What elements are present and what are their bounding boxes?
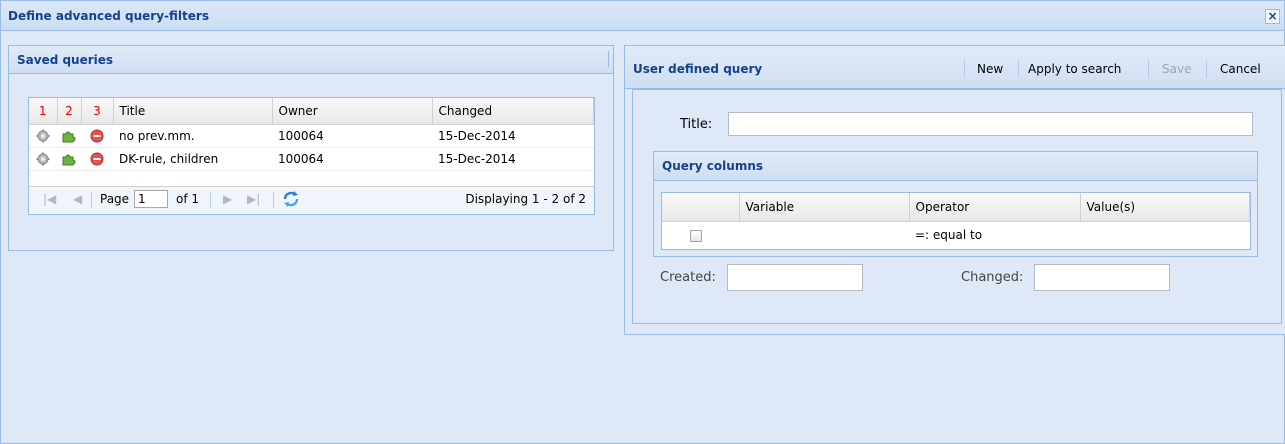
- toolbar-separator: [964, 60, 965, 78]
- toolbar-separator: [1148, 60, 1149, 78]
- last-page-icon[interactable]: ▶|: [247, 192, 260, 206]
- delete-icon[interactable]: [90, 152, 104, 166]
- created-input[interactable]: [727, 264, 863, 291]
- pager-separator: [273, 192, 274, 208]
- row-operator[interactable]: =: equal to: [909, 222, 1080, 249]
- row-changed: 15-Dec-2014: [432, 124, 594, 148]
- query-filter-window: Define advanced query-filters × Saved qu…: [0, 0, 1285, 444]
- grid-header-row: 1 2 3 Title Owner Changed: [29, 98, 594, 125]
- column-header-owner[interactable]: Owner: [272, 98, 433, 125]
- query-columns-grid: Variable Operator Value(s) =: equal to: [661, 192, 1251, 250]
- query-form: Title: Query columns Variable Operator V…: [632, 89, 1282, 324]
- user-defined-query-panel: User defined query New Apply to search S…: [624, 45, 1285, 335]
- puzzle-icon-cell[interactable]: [57, 124, 81, 148]
- table-row[interactable]: =: equal to: [662, 222, 1250, 249]
- row-owner: 100064: [272, 147, 432, 171]
- delete-icon-cell[interactable]: [81, 147, 113, 171]
- puzzle-icon[interactable]: [62, 152, 76, 166]
- saved-queries-grid: 1 2 3 Title Owner Changed no prev.mm. 10…: [28, 97, 595, 215]
- gear-icon-cell[interactable]: [29, 124, 57, 148]
- gear-icon[interactable]: [36, 129, 50, 143]
- header-separator: [608, 51, 609, 67]
- query-columns-title: Query columns: [662, 159, 764, 173]
- changed-input[interactable]: [1034, 264, 1170, 291]
- column-header-check[interactable]: [662, 193, 740, 222]
- user-query-header: User defined query New Apply to search S…: [625, 46, 1285, 89]
- saved-queries-panel: Saved queries 1 2 3 Title Owner Changed: [8, 45, 614, 251]
- column-header-1[interactable]: 1: [29, 98, 58, 125]
- title-input[interactable]: [728, 112, 1253, 136]
- column-header-operator[interactable]: Operator: [909, 193, 1081, 222]
- row-checkbox[interactable]: [690, 229, 702, 242]
- prev-page-icon[interactable]: ◀: [73, 192, 82, 206]
- paging-summary: Displaying 1 - 2 of 2: [465, 192, 586, 206]
- next-page-icon[interactable]: ▶: [223, 192, 232, 206]
- cancel-button[interactable]: Cancel: [1220, 62, 1261, 76]
- changed-label: Changed:: [961, 270, 1024, 285]
- pager: |◀ ◀ Page of 1 ▶ ▶| Displaying 1 - 2 of …: [29, 186, 594, 214]
- apply-to-search-button[interactable]: Apply to search: [1028, 62, 1121, 76]
- column-header-changed[interactable]: Changed: [432, 98, 594, 125]
- row-values[interactable]: [1080, 222, 1250, 249]
- title-label: Title:: [680, 117, 713, 132]
- toolbar-separator: [1018, 60, 1019, 78]
- row-title: DK-rule, children: [113, 147, 272, 171]
- row-owner: 100064: [272, 124, 432, 148]
- close-icon[interactable]: ×: [1265, 9, 1280, 24]
- row-variable[interactable]: [739, 222, 909, 249]
- gear-icon-cell[interactable]: [29, 147, 57, 171]
- puzzle-icon[interactable]: [62, 129, 76, 143]
- new-button[interactable]: New: [977, 62, 1003, 76]
- delete-icon[interactable]: [90, 129, 104, 143]
- pager-separator: [91, 192, 92, 208]
- save-button[interactable]: Save: [1162, 62, 1191, 76]
- table-row[interactable]: DK-rule, children 100064 15-Dec-2014: [29, 147, 594, 171]
- puzzle-icon-cell[interactable]: [57, 147, 81, 171]
- window-header: Define advanced query-filters ×: [1, 1, 1284, 31]
- grid-header-row: Variable Operator Value(s): [662, 193, 1250, 222]
- pager-separator: [210, 192, 211, 208]
- delete-icon-cell[interactable]: [81, 124, 113, 148]
- page-count: of 1: [176, 192, 200, 206]
- window-title: Define advanced query-filters: [8, 9, 209, 23]
- page-number-input[interactable]: [134, 190, 168, 208]
- user-query-title: User defined query: [633, 62, 763, 76]
- page-label: Page: [100, 192, 130, 206]
- gear-icon[interactable]: [36, 152, 50, 166]
- column-header-values[interactable]: Value(s): [1080, 193, 1250, 222]
- row-title: no prev.mm.: [113, 124, 272, 148]
- saved-queries-header: Saved queries: [9, 46, 613, 74]
- created-label: Created:: [660, 270, 716, 285]
- toolbar-separator: [1206, 60, 1207, 78]
- table-row[interactable]: no prev.mm. 100064 15-Dec-2014: [29, 124, 594, 148]
- refresh-icon[interactable]: [282, 190, 300, 211]
- first-page-icon[interactable]: |◀: [43, 192, 56, 206]
- column-header-3[interactable]: 3: [81, 98, 114, 125]
- query-columns-panel: Query columns Variable Operator Value(s): [653, 151, 1258, 257]
- column-header-variable[interactable]: Variable: [739, 193, 910, 222]
- row-changed: 15-Dec-2014: [432, 147, 594, 171]
- query-columns-header: Query columns: [654, 152, 1257, 181]
- saved-queries-title: Saved queries: [17, 53, 114, 67]
- column-header-2[interactable]: 2: [57, 98, 82, 125]
- column-header-title[interactable]: Title: [113, 98, 273, 125]
